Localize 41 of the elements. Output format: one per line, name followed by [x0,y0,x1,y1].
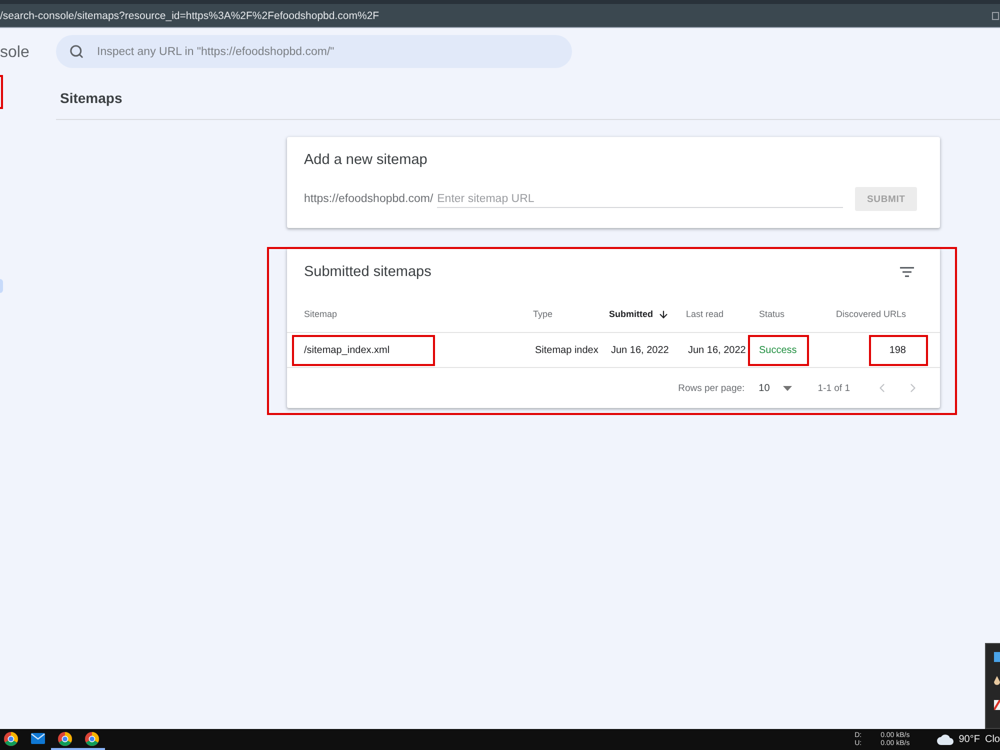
temperature-text: 90°F [958,734,980,745]
mail-icon [30,733,44,744]
page-range: 1-1 of 1 [818,382,850,394]
table-cell: Sitemap index [535,344,598,356]
address-bar[interactable]: /search-console/sitemaps?resource_id=https%3A%2F%2Fefoodshopbd.com%2F [0,4,1000,28]
filter-icon[interactable] [900,267,914,277]
search-field[interactable]: Inspect any URL in "https://efoodshopbd.com/" [56,35,572,68]
rows-per-page-label: Rows per page: [678,382,745,394]
page-title: Sitemaps [60,89,122,107]
weather-text: Clo [984,734,1000,745]
logo-text: sole [0,43,30,63]
window-icon[interactable] [992,11,999,20]
search-placeholder: Inspect any URL in "https://efoodshopbd.com/" [97,46,334,58]
caret-icon [782,386,792,390]
search-icon [69,44,84,59]
browser-icon [84,732,98,746]
column-header[interactable]: Status [759,309,826,319]
table-cell: Jun 16, 2022 [611,344,669,356]
rows-per-page-select[interactable]: 10 [758,382,792,394]
url-text: /search-console/sitemaps?resource_id=https%3A%2F%2Fefoodshopbd.com%2F [0,10,380,22]
sitemap-url-input[interactable]: Enter sitemap URL [437,190,844,208]
browser-icon [58,732,72,746]
cloud-icon [936,734,954,745]
table-cell: 198 [889,344,906,356]
card-title: Add a new sitemap [304,152,428,168]
column-header[interactable]: Type [533,309,609,319]
taskbar-app-button[interactable] [78,729,105,750]
status-text: Success [759,344,797,356]
url-prefix: https://efoodshopbd.com/ [304,193,434,205]
column-header[interactable]: Last read [686,309,759,319]
column-header[interactable]: Discovered URLs [826,309,906,319]
column-header[interactable]: Sitemap [304,309,533,319]
browser-icon [4,732,18,746]
table-cell: /sitemap_index.xml [304,344,390,356]
table-cell: Jun 16, 2022 [688,344,746,356]
card-title: Submitted sitemaps [304,264,432,280]
column-header[interactable]: Submitted [609,308,686,320]
drop-icon[interactable] [994,676,1000,686]
sort-arrow-icon [658,308,669,320]
slash-icon[interactable] [994,700,1000,710]
taskbar-app-button[interactable] [51,729,78,750]
